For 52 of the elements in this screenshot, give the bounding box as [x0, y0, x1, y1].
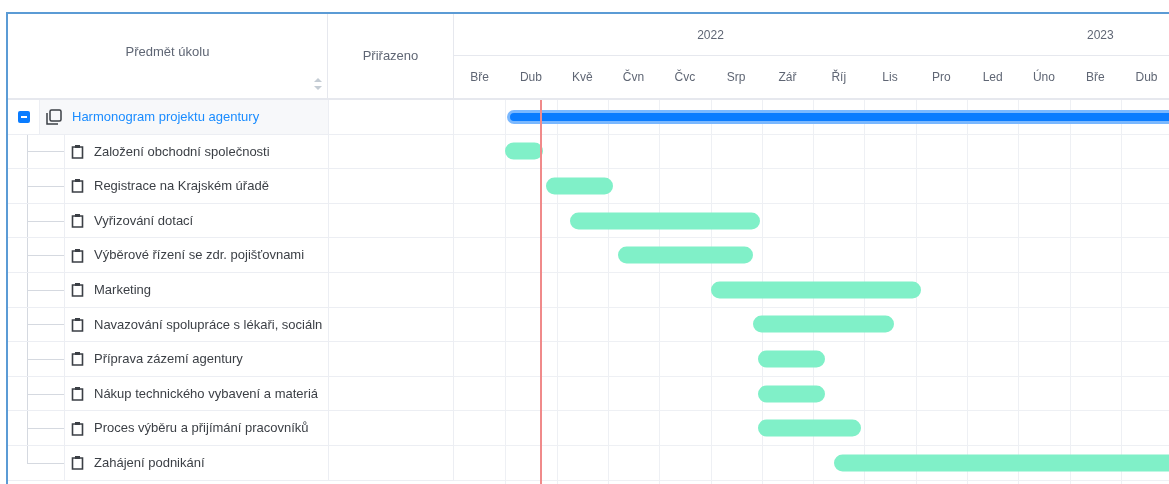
task-name[interactable]: Proces výběru a přijímání pracovníků [94, 418, 309, 438]
clipboard-icon [71, 420, 84, 436]
year-label: 2022 [697, 26, 724, 44]
month-label: Bře [470, 69, 489, 86]
month-label: Kvě [571, 69, 593, 86]
task-bar[interactable] [833, 454, 1169, 472]
year-label: 2023 [1087, 26, 1114, 44]
clipboard-icon [71, 386, 84, 402]
month-label: Led [982, 69, 1003, 86]
project-bar[interactable] [506, 109, 1169, 124]
task-name[interactable]: Registrace na Krajském úřadě [94, 176, 269, 196]
column-header[interactable]: Přiřazeno [362, 46, 419, 66]
column-header[interactable]: Předmět úkolu [125, 42, 210, 62]
task-name[interactable]: Nákup technického vybavení a materiá [94, 383, 318, 404]
clipboard-icon [71, 178, 84, 194]
task-bar[interactable] [505, 142, 543, 160]
task-bar[interactable] [546, 177, 613, 195]
task-bar[interactable] [753, 315, 894, 333]
month-label: Srp [726, 69, 746, 86]
task-bar[interactable] [618, 246, 754, 264]
task-name[interactable]: Marketing [94, 280, 152, 300]
task-bar[interactable] [758, 419, 861, 437]
task-bar[interactable] [758, 350, 825, 368]
copy-icon [46, 108, 62, 125]
clipboard-icon [71, 351, 84, 367]
sort-icon[interactable] [314, 78, 322, 90]
month-label: Čvn [622, 68, 645, 86]
month-label: Lis [882, 69, 898, 86]
task-name[interactable]: Navazování spolupráce s lékaři, sociáln [94, 314, 323, 335]
clipboard-icon [71, 143, 84, 159]
month-label: Čvc [674, 68, 696, 86]
month-label: Zář [778, 69, 797, 86]
month-label: Úno [1032, 68, 1055, 86]
task-name[interactable]: Výběrové řízení se zdr. pojišťovnami [94, 245, 305, 265]
clipboard-icon [71, 282, 84, 298]
clipboard-icon [71, 213, 84, 229]
month-label: Říj [831, 68, 847, 86]
month-label: Pro [932, 69, 951, 86]
task-name[interactable]: Příprava zázemí agentury [94, 349, 243, 369]
clipboard-icon [71, 247, 84, 263]
month-label: Bře [1085, 69, 1105, 86]
task-bar[interactable] [710, 281, 921, 299]
task-name[interactable]: Zahájení podnikání [94, 453, 205, 473]
task-name[interactable]: Vyřizování dotací [94, 210, 194, 231]
month-label: Dub [519, 69, 542, 86]
clipboard-icon [71, 316, 84, 332]
task-bar[interactable] [758, 385, 825, 403]
collapse-toggle[interactable] [17, 110, 30, 123]
task-bar[interactable] [570, 212, 761, 230]
month-label: Dub [1135, 69, 1158, 86]
task-name[interactable]: Založení obchodní společnosti [94, 141, 270, 162]
clipboard-icon [71, 455, 84, 471]
